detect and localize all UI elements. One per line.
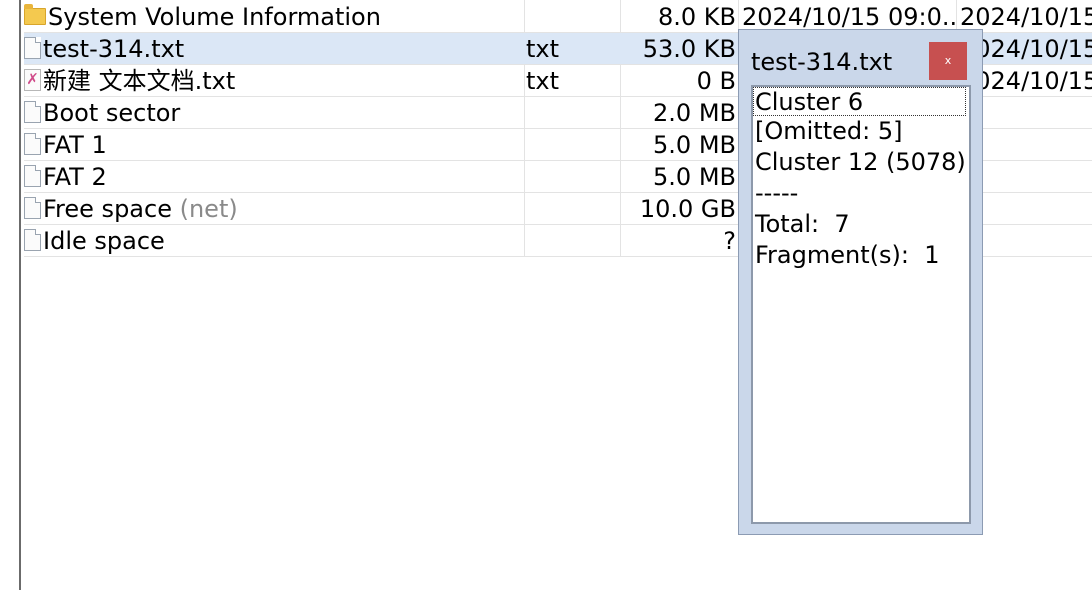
file-ext: txt [526,67,560,95]
file-modified: 2024/10/15 [960,3,1092,31]
file-created: 2024/10/15 09:0... [742,3,958,31]
cluster-list-item[interactable]: Cluster 6 [753,87,966,116]
file-icon [24,165,41,187]
cluster-list[interactable]: Cluster 6 [Omitted: 5] Cluster 12 (5078)… [751,85,971,524]
file-size: 5.0 MB [653,131,736,159]
file-size: 5.0 MB [653,163,736,191]
file-size: 8.0 KB [658,3,736,31]
deleted-file-icon: ✗ [24,69,41,91]
file-name-cell: ✗ 新建 文本文档.txt [24,65,522,96]
file-name-cell: Free space (net) [24,193,522,224]
file-ext [526,161,620,192]
file-ext [526,193,620,224]
file-ext [526,225,620,256]
cluster-list-item[interactable]: [Omitted: 5] [755,116,902,147]
file-name: Free space [43,195,172,223]
close-button[interactable]: x [929,42,967,80]
file-name: Boot sector [43,99,181,127]
file-ext: txt [526,35,560,63]
cluster-info-popup: test-314.txt x Cluster 6 [Omitted: 5] Cl… [738,29,983,535]
file-ext [526,97,620,128]
file-name: FAT 1 [43,131,107,159]
text-file-icon [24,37,41,59]
file-size: 2.0 MB [653,99,736,127]
file-size: 0 B [696,67,736,95]
file-name-suffix: (net) [179,195,238,223]
file-size: 53.0 KB [642,35,736,63]
file-name-cell: FAT 1 [24,129,522,160]
file-name-cell: FAT 2 [24,161,522,192]
file-icon [24,229,41,251]
cluster-list-item[interactable]: ----- [755,178,798,209]
file-icon [24,197,41,219]
file-name-cell: Idle space [24,225,522,256]
file-explorer-window: System Volume Information 8.0 KB 2024/10… [0,0,1092,590]
file-size: 10.0 GB [639,195,736,223]
file-ext [526,129,620,160]
file-icon [24,133,41,155]
file-name-cell: test-314.txt [24,33,522,64]
file-size: ? [723,227,736,255]
file-ext [526,1,620,32]
file-name-cell: System Volume Information [24,1,522,32]
cluster-list-item[interactable]: Total: 7 [755,209,850,240]
folder-icon [24,3,46,25]
file-icon [24,101,41,123]
file-name: 新建 文本文档.txt [43,67,236,95]
file-name: System Volume Information [48,3,381,31]
file-name-cell: Boot sector [24,97,522,128]
popup-title: test-314.txt [751,48,893,76]
file-name: FAT 2 [43,163,107,191]
file-name: test-314.txt [43,35,185,63]
file-name: Idle space [43,227,165,255]
cluster-list-item[interactable]: Cluster 12 (5078) [755,147,966,178]
cluster-list-item[interactable]: Fragment(s): 1 [755,240,939,271]
